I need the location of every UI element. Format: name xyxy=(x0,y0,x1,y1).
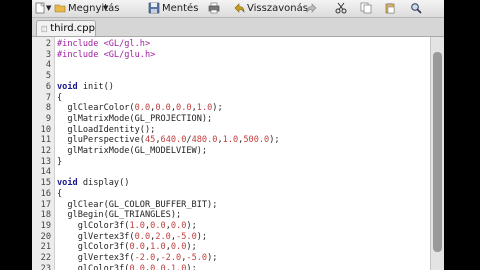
scissors-icon xyxy=(335,2,347,14)
code-text: glMatrixMode(GL_MODELVIEW); xyxy=(57,146,208,156)
line-number: 18 xyxy=(40,210,51,221)
code-line[interactable]: 16 { xyxy=(32,189,430,200)
code-text: #include <GL/gl.h> xyxy=(57,39,151,49)
code-line[interactable]: 22 glVertex3f(-2.0,-2.0,-5.0); xyxy=(32,253,430,264)
paste-icon xyxy=(385,3,395,14)
code-line[interactable]: 23 glColor3f(0.0,0.0,1.0); xyxy=(32,264,430,270)
code-line[interactable]: 19 glColor3f(1.0,0.0,0.0); xyxy=(32,221,430,232)
new-dropdown-button[interactable]: ▼ xyxy=(46,1,51,15)
undo-button[interactable]: Visszavonás xyxy=(233,1,308,15)
line-number: 16 xyxy=(40,188,51,199)
line-number: 4 xyxy=(45,60,51,71)
editor-window: ▼ Megnyitás ▼ Mentés Visszavonás third.c… xyxy=(32,0,444,270)
code-line[interactable]: 14 xyxy=(32,167,430,178)
line-number: 15 xyxy=(40,178,51,189)
open-dropdown-button[interactable]: ▼ xyxy=(103,1,108,15)
search-icon xyxy=(411,3,422,14)
code-text: glMatrixMode(GL_PROJECTION); xyxy=(57,113,213,124)
folder-icon xyxy=(54,4,66,13)
code-line[interactable]: 7{ xyxy=(32,93,430,104)
line-number: 12 xyxy=(40,146,51,156)
line-number: 2 xyxy=(45,39,51,49)
chevron-down-icon: ▼ xyxy=(103,4,109,12)
chevron-down-icon: ▼ xyxy=(46,4,52,12)
code-text: } xyxy=(57,156,63,167)
code-text: glColor3f(0.0,0.0,1.0); xyxy=(57,263,197,270)
new-file-icon xyxy=(35,2,45,14)
code-line[interactable]: 11 gluPerspective(45,640.0/480.0,1.0,500… xyxy=(32,135,430,146)
line-number: 10 xyxy=(40,124,51,135)
code-line[interactable]: 4 xyxy=(32,60,430,71)
code-text: glClearColor(0.0,0.0,0.0,1.0); xyxy=(57,103,223,114)
printer-icon xyxy=(208,2,220,14)
code-line[interactable]: 6 void init() xyxy=(32,82,430,93)
line-number: 5 xyxy=(45,71,51,82)
undo-button-label: Visszavonás xyxy=(247,2,308,14)
line-number: 8 xyxy=(45,103,51,114)
code-text: #include <GL/glu.h> xyxy=(57,49,156,60)
search-button[interactable] xyxy=(410,1,422,15)
code-line[interactable]: 5 xyxy=(32,71,430,82)
line-number: 19 xyxy=(40,220,51,231)
cut-button[interactable] xyxy=(335,1,347,15)
line-number: 7 xyxy=(45,92,51,103)
open-button[interactable]: Megnyitás xyxy=(54,1,119,15)
save-button[interactable]: Mentés xyxy=(148,1,198,15)
toolbar: ▼ Megnyitás ▼ Mentés Visszavonás xyxy=(32,0,444,18)
undo-icon xyxy=(234,3,245,13)
line-number: 13 xyxy=(40,156,51,167)
code-line[interactable]: 18 glBegin(GL_TRIANGLES); xyxy=(32,210,430,221)
line-number: 23 xyxy=(40,263,51,270)
code-editor[interactable]: 2 #include <GL/gl.h> 3 #include <GL/glu.h> 4… xyxy=(32,37,430,270)
code-line[interactable]: 15 void display() xyxy=(32,178,430,189)
copy-button[interactable] xyxy=(360,1,372,15)
print-button[interactable] xyxy=(208,1,220,15)
code-line[interactable]: 13} xyxy=(32,157,430,168)
code-text: glVertex3f(0.0,2.0,-5.0); xyxy=(57,231,208,242)
line-number: 17 xyxy=(40,199,51,210)
save-button-label: Mentés xyxy=(162,2,199,14)
document-icon xyxy=(41,25,47,32)
line-number: 11 xyxy=(40,135,51,146)
code-text: void display() xyxy=(57,178,130,189)
line-number: 22 xyxy=(40,253,51,263)
code-text: glClear(GL_COLOR_BUFFER_BIT); xyxy=(57,199,218,210)
code-text: glVertex3f(-2.0,-2.0,-5.0); xyxy=(57,253,218,263)
line-number: 20 xyxy=(40,231,51,242)
tab-bar: third.cpp xyxy=(32,18,444,37)
redo-button[interactable] xyxy=(306,1,318,15)
tab-third-cpp[interactable]: third.cpp xyxy=(36,20,96,36)
new-button[interactable] xyxy=(34,1,46,15)
code-text: void init() xyxy=(57,81,114,92)
code-text: { xyxy=(57,92,63,103)
line-number: 14 xyxy=(40,167,51,178)
line-number: 21 xyxy=(40,242,51,253)
code-line[interactable]: 10 glLoadIdentity(); xyxy=(32,125,430,136)
code-line[interactable]: 9 glMatrixMode(GL_PROJECTION); xyxy=(32,114,430,125)
redo-icon xyxy=(306,3,317,13)
line-number: 9 xyxy=(45,113,51,124)
code-text: glColor3f(1.0,0.0,0.0); xyxy=(57,220,197,231)
code-text: glLoadIdentity(); xyxy=(57,124,156,135)
tab-label: third.cpp xyxy=(50,23,95,34)
vertical-scrollbar[interactable] xyxy=(430,37,444,270)
line-number: 6 xyxy=(45,81,51,92)
code-text: glBegin(GL_TRIANGLES); xyxy=(57,210,182,221)
copy-icon xyxy=(360,2,372,14)
code-line[interactable]: 3 #include <GL/glu.h> xyxy=(32,50,430,61)
paste-button[interactable] xyxy=(384,1,396,15)
code-line[interactable]: 2 #include <GL/gl.h> xyxy=(32,39,430,50)
save-icon xyxy=(148,2,160,14)
code-line[interactable]: 17 glClear(GL_COLOR_BUFFER_BIT); xyxy=(32,200,430,211)
open-button-label: Megnyitás xyxy=(68,2,120,14)
code-text: gluPerspective(45,640.0/480.0,1.0,500.0)… xyxy=(57,135,280,146)
code-text: { xyxy=(57,188,63,199)
code-line[interactable]: 20 glVertex3f(0.0,2.0,-5.0); xyxy=(32,232,430,243)
code-line[interactable]: 8 glClearColor(0.0,0.0,0.0,1.0); xyxy=(32,103,430,114)
code-line[interactable]: 12 glMatrixMode(GL_MODELVIEW); xyxy=(32,146,430,157)
code-line[interactable]: 21 glColor3f(0.0,1.0,0.0); xyxy=(32,242,430,253)
line-number: 3 xyxy=(45,49,51,60)
scrollbar-thumb[interactable] xyxy=(433,52,442,252)
code-text: glColor3f(0.0,1.0,0.0); xyxy=(57,242,197,253)
